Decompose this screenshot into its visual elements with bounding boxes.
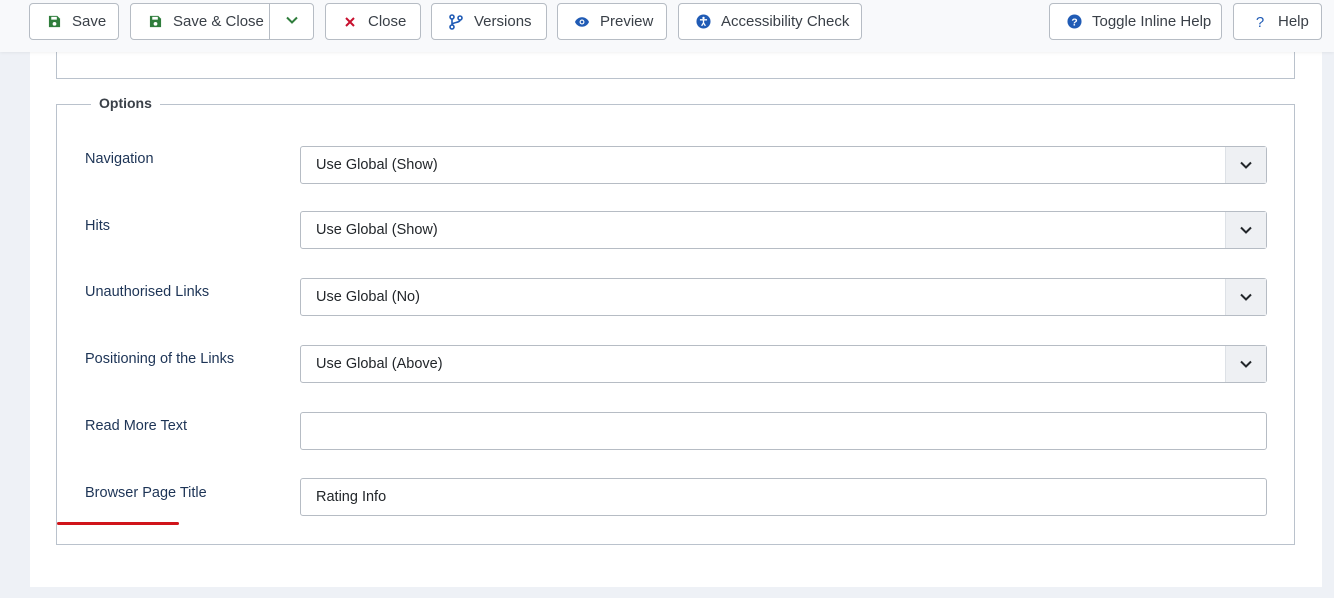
read-more-text-input[interactable] <box>300 412 1267 450</box>
options-fieldset: Options Navigation Use Global (Show) Hit… <box>56 95 1295 545</box>
positioning-links-select[interactable]: Use Global (Above) <box>300 345 1267 383</box>
accessibility-check-label: Accessibility Check <box>721 13 850 30</box>
close-icon <box>342 14 358 30</box>
save-close-button[interactable]: Save & Close <box>130 3 314 40</box>
save-dropdown-toggle[interactable] <box>269 4 313 39</box>
question-circle-icon: ? <box>1066 14 1082 30</box>
previous-fieldset <box>56 52 1295 79</box>
read-more-text-label: Read More Text <box>85 418 188 434</box>
close-button[interactable]: Close <box>325 3 421 40</box>
hits-select[interactable]: Use Global (Show) <box>300 211 1267 249</box>
accessibility-icon <box>695 14 711 30</box>
browser-page-title-input[interactable]: Rating Info <box>300 478 1267 516</box>
navigation-select[interactable]: Use Global (Show) <box>300 146 1267 184</box>
chevron-down-icon <box>1225 346 1266 382</box>
chevron-down-icon <box>1225 279 1266 315</box>
unauthorised-links-select[interactable]: Use Global (No) <box>300 278 1267 316</box>
positioning-links-label: Positioning of the Links <box>85 351 235 367</box>
content-panel: Options Navigation Use Global (Show) Hit… <box>30 52 1322 587</box>
highlight-underline <box>57 522 179 525</box>
toggle-inline-help-button[interactable]: ? Toggle Inline Help <box>1049 3 1222 40</box>
save-button-label: Save <box>72 13 107 30</box>
unauthorised-links-value: Use Global (No) <box>316 289 420 305</box>
svg-text:?: ? <box>1071 17 1077 28</box>
browser-page-title-value: Rating Info <box>316 489 387 505</box>
preview-button[interactable]: Preview <box>557 3 667 40</box>
browser-page-title-label: Browser Page Title <box>85 485 207 501</box>
preview-button-label: Preview <box>600 13 654 30</box>
navigation-value: Use Global (Show) <box>316 157 438 173</box>
toolbar: Save Save & Close Close Versions Preview <box>0 0 1334 52</box>
git-branch-icon <box>448 13 464 30</box>
save-close-button-label: Save & Close <box>173 13 264 30</box>
chevron-down-icon <box>285 13 299 31</box>
accessibility-check-button[interactable]: Accessibility Check <box>678 3 862 40</box>
close-button-label: Close <box>368 13 407 30</box>
toggle-inline-help-label: Toggle Inline Help <box>1092 13 1212 30</box>
help-button[interactable]: ? Help <box>1233 3 1322 40</box>
positioning-links-value: Use Global (Above) <box>316 356 443 372</box>
versions-button[interactable]: Versions <box>431 3 547 40</box>
options-legend: Options <box>91 95 160 111</box>
hits-label: Hits <box>85 218 110 234</box>
help-button-label: Help <box>1278 13 1309 30</box>
svg-text:?: ? <box>1256 14 1264 30</box>
navigation-label: Navigation <box>85 151 154 167</box>
save-icon <box>46 14 62 30</box>
chevron-down-icon <box>1225 212 1266 248</box>
chevron-down-icon <box>1225 147 1266 183</box>
save-button[interactable]: Save <box>29 3 119 40</box>
versions-button-label: Versions <box>474 13 532 30</box>
hits-value: Use Global (Show) <box>316 222 438 238</box>
eye-icon <box>574 14 590 30</box>
unauthorised-links-label: Unauthorised Links <box>85 284 210 300</box>
save-icon <box>147 14 163 30</box>
question-icon: ? <box>1252 14 1268 30</box>
